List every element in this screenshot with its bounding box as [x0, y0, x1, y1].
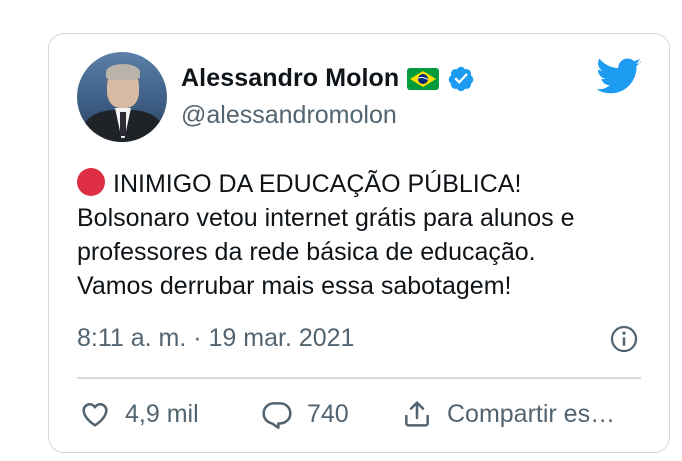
divider [77, 377, 641, 379]
verified-badge-icon [449, 66, 474, 91]
twitter-bird-icon[interactable] [596, 58, 642, 96]
tweet-text-line-3: professores da rede básica de educação. [77, 238, 536, 266]
heart-icon [82, 403, 108, 427]
tweet-text-line-4: Vamos derrubar mais essa sabotagem! [77, 272, 512, 300]
like-count: 4,9 mil [125, 399, 199, 428]
share-button[interactable]: Compartir es… [401, 394, 615, 434]
author-name-row: Alessandro Molon [181, 64, 475, 93]
brazil-flag-icon [407, 67, 440, 90]
action-bar: 4,9 mil 740 Compartir es… [77, 394, 657, 434]
avatar[interactable] [77, 52, 167, 142]
tweet-timestamp[interactable]: 8:11 a. m. · 19 mar. 2021 [77, 324, 354, 353]
info-icon[interactable] [609, 324, 639, 354]
reply-button[interactable]: 740 [261, 394, 349, 434]
tweet-text-line-1-content: INIMIGO DA EDUCAÇÃO PÚBLICA! [113, 170, 522, 198]
author-display-name[interactable]: Alessandro Molon [181, 64, 399, 93]
share-label: Compartir es… [447, 399, 616, 428]
tweet-card[interactable]: Alessandro Molon @alessandromolon INIMIG… [48, 33, 670, 453]
tweet-text-line-1: INIMIGO DA EDUCAÇÃO PÚBLICA! [77, 167, 657, 201]
speech-bubble-icon [262, 402, 292, 429]
author-handle[interactable]: @alessandromolon [181, 101, 397, 130]
red-circle-icon [77, 168, 105, 196]
avatar-hair [106, 64, 140, 80]
avatar-tie [120, 112, 126, 136]
tweet-text: INIMIGO DA EDUCAÇÃO PÚBLICA! Bolsonaro v… [77, 167, 657, 303]
share-icon [405, 401, 429, 427]
tweet-text-line-2: Bolsonaro vetou internet grátis para alu… [77, 204, 575, 232]
reply-count: 740 [307, 399, 349, 428]
like-button[interactable]: 4,9 mil [79, 394, 199, 434]
